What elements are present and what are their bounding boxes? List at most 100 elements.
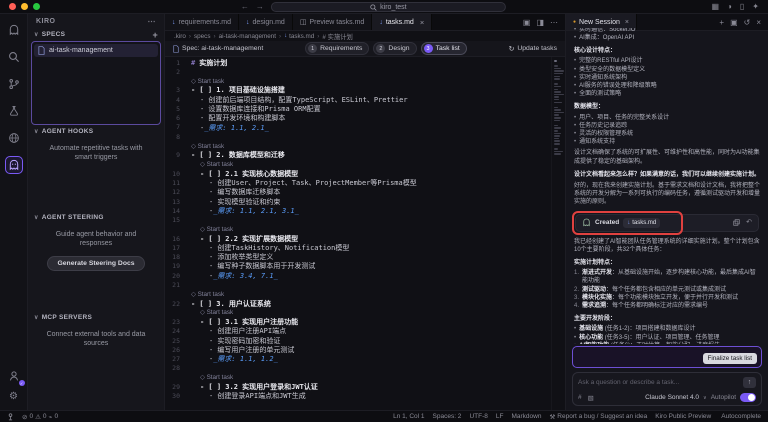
settings-gear-icon[interactable]: ⚙ bbox=[9, 392, 18, 402]
status-markdown[interactable]: Markdown bbox=[511, 413, 541, 421]
update-tasks-button[interactable]: ↻ Update tasks bbox=[509, 45, 557, 53]
line-content[interactable]: ◇ Start task bbox=[187, 78, 224, 85]
status-signal[interactable]: ⌁0 bbox=[49, 413, 59, 421]
debug-icon[interactable] bbox=[5, 102, 23, 120]
spec-item-ai-task-management[interactable]: ai-task-management bbox=[34, 44, 158, 57]
split-editor-icon[interactable]: ◨ bbox=[536, 18, 544, 27]
minimap[interactable] bbox=[551, 57, 565, 410]
start-task-lens[interactable]: ◇ Start task bbox=[200, 161, 233, 168]
tab-tasks.md[interactable]: ↓tasks.md× bbox=[372, 14, 432, 30]
status-kiro-public-preview[interactable]: Kiro Public Preview bbox=[655, 413, 711, 421]
start-task-lens[interactable]: ◇ Start task bbox=[191, 78, 224, 85]
more-actions-icon[interactable]: ⋯ bbox=[550, 18, 558, 27]
close-panel-icon[interactable]: × bbox=[756, 18, 761, 27]
problems-status[interactable]: ⊘0⚠0⌁0 bbox=[22, 413, 58, 421]
maximize-window-button[interactable] bbox=[33, 3, 40, 10]
mcp-servers-header[interactable]: ∨ MCP SERVERS bbox=[28, 311, 164, 324]
close-window-button[interactable] bbox=[9, 3, 16, 10]
send-icon[interactable]: ↑ bbox=[743, 377, 756, 388]
source-control-icon[interactable] bbox=[5, 75, 23, 93]
start-task-lens[interactable]: ◇ Start task bbox=[191, 143, 224, 150]
layout-grid-icon[interactable]: ▦ bbox=[711, 3, 719, 11]
breadcrumb-item[interactable]: ai-task-management bbox=[219, 33, 276, 40]
status-utf-8[interactable]: UTF-8 bbox=[469, 413, 487, 421]
status-lf[interactable]: LF bbox=[496, 413, 504, 421]
chat-bubble-icon[interactable]: ✦ bbox=[752, 3, 759, 11]
finalize-task-list-button[interactable]: Finalize task list bbox=[703, 353, 757, 364]
new-session-icon[interactable]: + bbox=[719, 18, 724, 27]
line-content[interactable]: - [ ] 3. 用户认证系统 bbox=[187, 299, 271, 309]
minimap-mark bbox=[554, 78, 560, 80]
add-spec-icon[interactable]: + bbox=[152, 30, 158, 40]
command-center-search[interactable]: kiro_test bbox=[271, 2, 506, 12]
model-selector[interactable]: Claude Sonnet 4.0 bbox=[645, 394, 699, 401]
breadcrumb-item[interactable]: specs bbox=[194, 33, 210, 40]
extensions-icon[interactable] bbox=[5, 129, 23, 147]
tab-Preview tasks.md[interactable]: ◫Preview tasks.md bbox=[293, 14, 372, 30]
status-spaces-2[interactable]: Spaces: 2 bbox=[433, 413, 462, 421]
account-icon[interactable]: ✓ bbox=[5, 367, 23, 385]
status-warning[interactable]: ⚠0 bbox=[35, 413, 46, 421]
spec-step-task-list[interactable]: 3Task list bbox=[421, 42, 467, 55]
attach-image-icon[interactable]: ▧ bbox=[588, 394, 594, 402]
file-chip-tasks-md[interactable]: ↓tasks.md bbox=[623, 218, 660, 228]
line-content[interactable]: - _需求: 1.1, 1.2_ bbox=[187, 354, 278, 364]
autopilot-toggle[interactable] bbox=[740, 393, 756, 402]
explorer-icon[interactable] bbox=[5, 21, 23, 39]
search-icon[interactable] bbox=[5, 48, 23, 66]
kiro-ghost-icon[interactable] bbox=[5, 156, 23, 174]
tab-design.md[interactable]: ↓design.md bbox=[239, 14, 293, 30]
open-in-editor-icon[interactable]: ▣ bbox=[730, 18, 738, 27]
breadcrumb-item[interactable]: # 实施计划 bbox=[322, 32, 352, 41]
line-content[interactable]: ◇ Start task bbox=[187, 143, 224, 150]
minimize-window-button[interactable] bbox=[21, 3, 28, 10]
forward-icon[interactable]: → bbox=[256, 3, 264, 11]
spec-step-requirements[interactable]: 1Requirements bbox=[305, 42, 369, 55]
line-content[interactable]: ◇ Start task bbox=[187, 291, 224, 298]
agent-steering-header[interactable]: ∨ AGENT STEERING bbox=[28, 211, 164, 224]
line-content[interactable]: ◇ Start task bbox=[187, 226, 233, 233]
status-autocomplete[interactable]: Autocomplete bbox=[719, 413, 761, 421]
line-content[interactable]: - [ ] 2. 数据库模型和迁移 bbox=[187, 150, 285, 160]
agent-hooks-header[interactable]: ∨ AGENT HOOKS bbox=[28, 125, 164, 138]
more-actions-icon[interactable]: ⋯ bbox=[148, 17, 157, 26]
toggle-sidebar-icon[interactable]: ◑ bbox=[727, 3, 732, 11]
line-content[interactable]: - _需求: 3.4, 7.1_ bbox=[187, 271, 278, 281]
line-content[interactable]: ◇ Start task bbox=[187, 309, 233, 316]
search-icon bbox=[370, 4, 377, 11]
copy-icon[interactable] bbox=[733, 219, 740, 227]
close-icon[interactable]: × bbox=[420, 18, 424, 27]
start-task-lens[interactable]: ◇ Start task bbox=[200, 309, 233, 316]
breadcrumb-item[interactable]: ↓tasks.md bbox=[284, 33, 314, 40]
status-label: LF bbox=[496, 413, 504, 420]
close-icon[interactable]: × bbox=[625, 19, 629, 26]
tab-requirements.md[interactable]: ↓requirements.md bbox=[165, 14, 239, 30]
open-preview-icon[interactable]: ▣ bbox=[523, 18, 531, 27]
line-content[interactable]: - _需求: 1.1, 2.1, 3.1_ bbox=[187, 206, 299, 216]
back-icon[interactable]: ← bbox=[241, 3, 249, 11]
toggle-panel-icon[interactable]: ▯ bbox=[740, 3, 744, 11]
start-task-lens[interactable]: ◇ Start task bbox=[191, 291, 224, 298]
start-task-lens[interactable]: ◇ Start task bbox=[200, 226, 233, 233]
list-item-text: AI集成：OpenAI API bbox=[579, 34, 634, 42]
line-content[interactable]: ◇ Start task bbox=[187, 161, 233, 168]
editor-content[interactable]: 1#实施计划2◇ Start task3- [ ] 1. 项目基础设施搭建4- … bbox=[165, 57, 551, 410]
status-report-a-bug-suggest-an-idea[interactable]: ⚒Report a bug / Suggest an idea bbox=[549, 413, 647, 421]
line-content[interactable]: ◇ Start task bbox=[187, 374, 233, 381]
line-content[interactable]: - 创建登录API端点和JWT生成 bbox=[187, 391, 306, 401]
line-content[interactable]: - _需求: 1.1, 2.1_ bbox=[187, 123, 269, 133]
start-task-lens[interactable]: ◇ Start task bbox=[200, 374, 233, 381]
context-hash-icon[interactable]: # bbox=[578, 394, 582, 401]
chat-input[interactable] bbox=[578, 379, 739, 386]
specs-section-header[interactable]: ∨ SPECS + bbox=[28, 28, 164, 41]
undo-icon[interactable]: ↶ bbox=[746, 219, 752, 227]
generate-steering-docs-button[interactable]: Generate Steering Docs bbox=[47, 256, 144, 271]
breadcrumb-item[interactable]: .kiro bbox=[174, 33, 186, 40]
list-item: •类型安全的数据模型定义 bbox=[574, 66, 760, 74]
status-ln-1-col-1[interactable]: Ln 1, Col 1 bbox=[393, 413, 424, 421]
remote-indicator[interactable] bbox=[7, 413, 14, 421]
spec-step-design[interactable]: 2Design bbox=[373, 42, 416, 55]
history-icon[interactable]: ↺ bbox=[744, 18, 751, 27]
status-error[interactable]: ⊘0 bbox=[22, 413, 33, 421]
line-content[interactable]: #实施计划 bbox=[187, 58, 227, 68]
